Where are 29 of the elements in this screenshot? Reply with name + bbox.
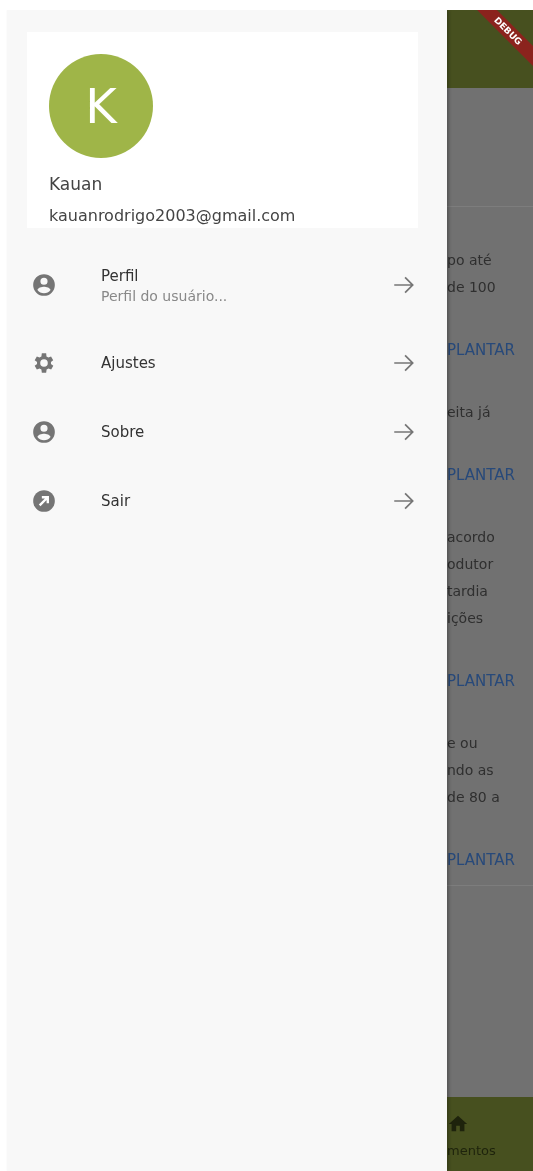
account-icon <box>31 418 57 445</box>
exit-icon <box>31 487 57 514</box>
description-text: de 100 <box>447 278 497 297</box>
menu-item[interactable]: Sobre <box>7 397 447 466</box>
user-email: kauanrodrigo2003@gmail.com <box>49 206 297 225</box>
user-name: Kauan <box>49 174 104 194</box>
menu-item-title: Sair <box>101 491 132 510</box>
plant-link[interactable]: PLANTAR <box>447 851 533 869</box>
description-text: po até <box>447 251 493 270</box>
description-text: ições <box>447 609 485 628</box>
description-text: ndo as <box>447 761 495 780</box>
menu-item-title: Ajustes <box>101 353 157 372</box>
menu-item-title: Perfil <box>101 266 140 285</box>
description-text: de 80 a <box>447 788 501 807</box>
description-text: odutor <box>447 555 495 574</box>
plant-link[interactable]: PLANTAR <box>447 466 533 484</box>
menu-item[interactable]: Perfil Perfil do usuário... <box>7 242 447 328</box>
account-icon <box>31 272 57 298</box>
menu-item[interactable]: Ajustes <box>7 328 447 397</box>
menu-item-title: Sobre <box>101 422 146 441</box>
description-text: eita já <box>447 403 492 422</box>
plant-link[interactable]: PLANTAR <box>447 341 533 359</box>
description-text: e ou <box>447 734 479 753</box>
menu-item[interactable]: Sair <box>7 466 447 535</box>
menu-item-subtitle: Perfil do usuário... <box>101 287 229 304</box>
description-text: tardia <box>447 582 489 601</box>
plant-link[interactable]: PLANTAR <box>447 672 533 690</box>
avatar: K <box>49 54 153 158</box>
description-text: acordo <box>447 528 496 547</box>
